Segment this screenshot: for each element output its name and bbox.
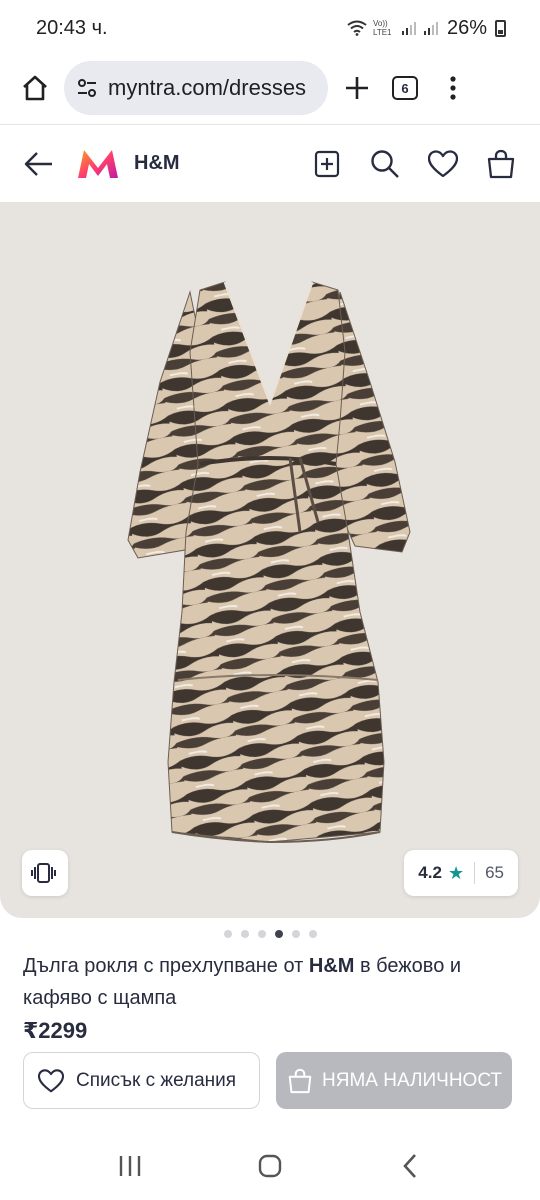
new-tab-button[interactable] (338, 68, 376, 108)
home-nav-icon (258, 1154, 282, 1178)
add-to-wishlist-button[interactable]: Списък с желания (23, 1052, 260, 1109)
site-settings-icon[interactable] (76, 77, 98, 99)
back-nav-button[interactable] (385, 1146, 435, 1186)
arrow-left-icon (24, 151, 52, 176)
carousel-dot[interactable] (308, 930, 317, 938)
search-button[interactable] (368, 147, 402, 181)
bag-button[interactable] (484, 147, 518, 181)
status-bar: 20:43 ч. Vo)) LTE1 26% (0, 0, 540, 56)
rating-divider (474, 862, 476, 884)
home-button[interactable] (16, 68, 54, 108)
network-icons: Vo)) LTE1 (347, 19, 439, 37)
myntra-logo[interactable] (76, 148, 120, 180)
battery-icon (495, 19, 506, 37)
battery-percent: 26% (446, 16, 487, 39)
browser-toolbar: myntra.com/dresses 6 (0, 56, 540, 120)
product-title: Дълга рокля с прехлупване от H&M в бежов… (23, 950, 523, 1014)
carousel-dot[interactable] (240, 930, 249, 938)
carousel-dot[interactable] (257, 930, 266, 938)
recent-apps-icon (119, 1156, 141, 1176)
product-image-carousel[interactable]: 4.2 ★ 65 (0, 202, 540, 918)
shopping-bag-icon (487, 149, 515, 178)
app-header: H&M (0, 124, 540, 202)
wishlist-label: Списък с желания (76, 1069, 237, 1091)
product-title-brand: H&M (308, 955, 355, 977)
status-time: 20:43 ч. (36, 16, 108, 39)
carousel-dot[interactable] (223, 930, 232, 938)
star-icon: ★ (447, 862, 465, 883)
home-nav-button[interactable] (245, 1146, 295, 1186)
plus-icon (346, 77, 368, 99)
network-label: Vo)) LTE1 (372, 19, 392, 37)
dress-image (127, 281, 411, 844)
rating-count: 65 (485, 863, 504, 882)
shopping-bag-icon (288, 1068, 312, 1093)
view-similar-button[interactable] (22, 850, 68, 896)
carousel-dot[interactable] (274, 930, 283, 938)
product-title-prefix: Дълга рокля с прехлупване от (23, 955, 309, 977)
more-vert-icon (450, 76, 456, 100)
product-price: ₹2299 (23, 1018, 88, 1043)
carousel-dot[interactable] (291, 930, 300, 938)
out-of-stock-label: НЯМА НАЛИЧНОСТ (322, 1069, 503, 1091)
header-actions (310, 147, 518, 181)
search-icon (371, 149, 399, 178)
brand-name: H&M (134, 152, 180, 174)
wishlist-header-button[interactable] (426, 147, 460, 181)
address-bar[interactable]: myntra.com/dresses (64, 61, 328, 115)
system-navigation-bar (0, 1132, 540, 1200)
back-button[interactable] (22, 147, 56, 181)
myntra-logo-icon (78, 149, 118, 178)
chevron-left-icon (403, 1154, 416, 1178)
heart-icon (38, 1068, 64, 1092)
status-indicators: Vo)) LTE1 26% (347, 17, 506, 40)
signal-icon-2 (423, 22, 438, 35)
heart-icon (428, 149, 458, 177)
rating-value: 4.2 (418, 863, 442, 882)
add-box-icon (314, 150, 340, 177)
carousel-indicator (0, 930, 540, 938)
recent-apps-button[interactable] (105, 1146, 155, 1186)
url-text: myntra.com/dresses (108, 75, 307, 100)
wifi-icon (347, 20, 367, 36)
add-collection-button[interactable] (310, 147, 344, 181)
home-icon (23, 75, 47, 101)
signal-icon (401, 22, 416, 35)
view-similar-icon (31, 863, 56, 883)
tab-count: 6 (392, 76, 418, 100)
browser-menu-button[interactable] (434, 68, 472, 108)
rating-badge[interactable]: 4.2 ★ 65 (404, 850, 518, 896)
out-of-stock-button[interactable]: НЯМА НАЛИЧНОСТ (276, 1052, 512, 1109)
tab-switcher-button[interactable]: 6 (386, 68, 424, 108)
